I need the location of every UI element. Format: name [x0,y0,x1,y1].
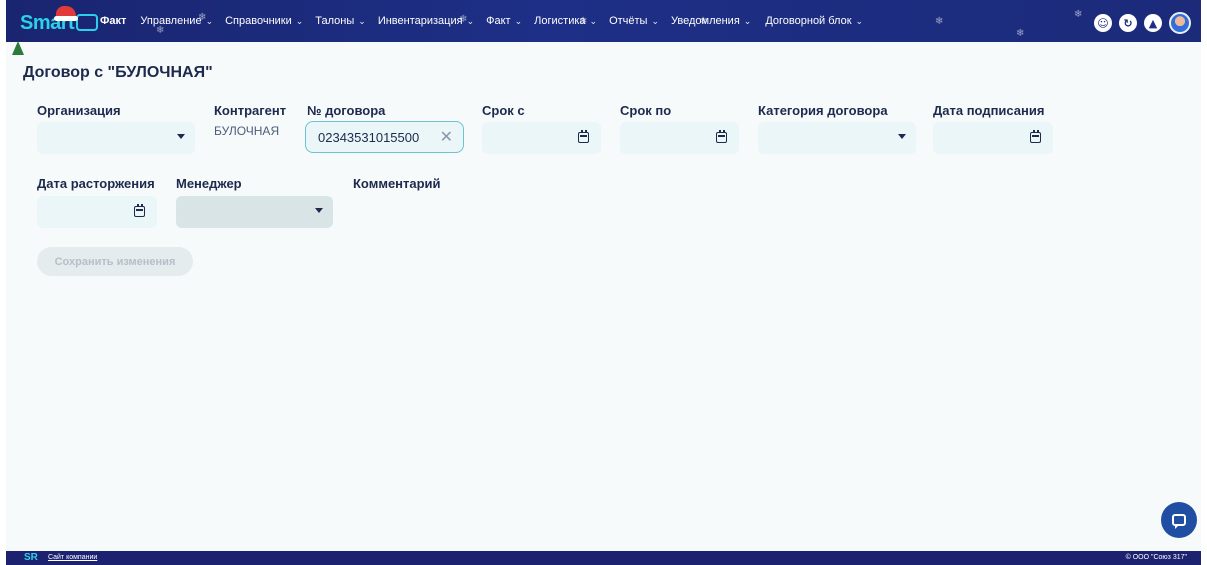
nav-item-label: Управление [140,15,202,27]
clear-icon[interactable]: ✕ [440,127,453,147]
dropdown-arrow-icon [898,134,906,139]
nav-item-label: Инвентаризация [377,15,463,27]
chevron-down-icon: ⌄ [466,15,475,26]
nav-item-label: Договорной блок [765,15,852,27]
nav-item-inventory[interactable]: Инвентаризация ⌄ [378,15,474,27]
footer-logo: SR [24,552,38,563]
nav-item-fact[interactable]: Факт ⌄ [486,15,522,27]
date-from-input[interactable] [482,122,601,154]
copyright: © ООО "Союз 317" [1125,554,1187,561]
christmas-tree-icon [12,41,24,55]
calendar-icon[interactable] [1030,130,1041,143]
date-from-label: Срок с [482,103,525,118]
page-title: Договор с "БУЛОЧНАЯ" [23,64,213,81]
counterparty-value: БУЛОЧНАЯ [214,124,280,138]
chevron-down-icon: ⌄ [205,15,214,26]
chevron-down-icon: ⌄ [358,15,366,26]
top-navigation: Smart ❄ ❄ ❄ ❄ ❄ ❄ ❄ ❄ Факт Управление ⌄ … [6,0,1201,42]
nav-item-coupons[interactable]: Талоны ⌄ [315,15,366,27]
chat-icon [1172,514,1186,529]
nav-menu: Факт Управление ⌄ Справочники ⌄ Талоны ⌄… [100,0,863,42]
nav-item-label: Уведомления [671,15,740,27]
footer: SR Сайт компании © ООО "Союз 317" [6,551,1201,565]
nav-item-label: Факт [486,15,511,27]
chevron-down-icon: ⌄ [743,15,752,26]
chevron-down-icon: ⌄ [651,15,659,26]
refresh-icon[interactable]: ↻ [1119,14,1137,32]
nav-item-references[interactable]: Справочники ⌄ [225,15,303,27]
logo-mark-icon [76,14,99,31]
counterparty-label: Контрагент [214,103,287,118]
nav-item-label: Справочники [225,15,292,27]
support-icon[interactable]: ☺ [1094,14,1112,32]
nav-item-label: Факт [100,15,127,27]
bell-icon[interactable]: ▲ [1144,14,1162,32]
snowflake-icon: ❄ [935,16,944,27]
nav-item-reports[interactable]: Отчёты ⌄ [609,15,659,27]
sign-date-label: Дата подписания [933,103,1045,118]
chevron-down-icon: ⌄ [295,15,304,26]
company-site-link[interactable]: Сайт компании [48,554,97,561]
termination-date-input[interactable] [37,196,157,228]
chevron-down-icon: ⌄ [514,15,523,26]
nav-item-label: Отчёты [609,15,648,27]
contract-number-value: 02343531015500 [318,130,420,145]
manager-label: Менеджер [176,176,242,191]
user-avatar[interactable] [1169,12,1191,34]
date-to-label: Срок по [620,103,672,118]
category-label: Категория договора [758,103,888,118]
nav-item-notifications[interactable]: Уведомления ⌄ [671,15,751,27]
nav-item-management[interactable]: Управление ⌄ [140,15,213,27]
snowflake-icon: ❄ [1016,28,1025,39]
manager-select[interactable] [176,196,333,228]
nav-item-contract-block[interactable]: Договорной блок ⌄ [765,15,863,27]
chat-button[interactable] [1161,502,1197,538]
dropdown-arrow-icon [177,134,185,139]
calendar-icon[interactable] [578,130,589,143]
save-changes-button[interactable]: Сохранить изменения [37,247,193,276]
snowflake-icon: ❄ [1074,9,1083,20]
nav-item-logistics[interactable]: Логистика ⌄ [534,15,597,27]
contract-number-label: № договора [307,103,386,118]
date-to-input[interactable] [620,122,739,154]
chevron-down-icon: ⌄ [589,15,598,26]
santa-hat-icon [54,6,78,21]
nav-item-fact-main[interactable]: Факт [100,15,126,27]
calendar-icon[interactable] [134,204,145,217]
sign-date-input[interactable] [933,122,1053,154]
chevron-down-icon: ⌄ [855,15,864,26]
contract-number-input[interactable]: 02343531015500 ✕ [305,121,464,153]
termination-date-label: Дата расторжения [37,176,155,191]
nav-item-label: Логистика [534,15,586,27]
organization-label: Организация [37,103,121,118]
comment-label: Комментарий [353,176,441,191]
dropdown-arrow-icon [315,208,323,213]
nav-actions: ☺ ↻ ▲ [1094,12,1191,34]
app-window: Smart ❄ ❄ ❄ ❄ ❄ ❄ ❄ ❄ Факт Управление ⌄ … [6,0,1201,565]
calendar-icon[interactable] [716,130,727,143]
category-select[interactable] [758,122,916,154]
nav-item-label: Талоны [315,15,355,27]
organization-select[interactable] [37,122,195,154]
